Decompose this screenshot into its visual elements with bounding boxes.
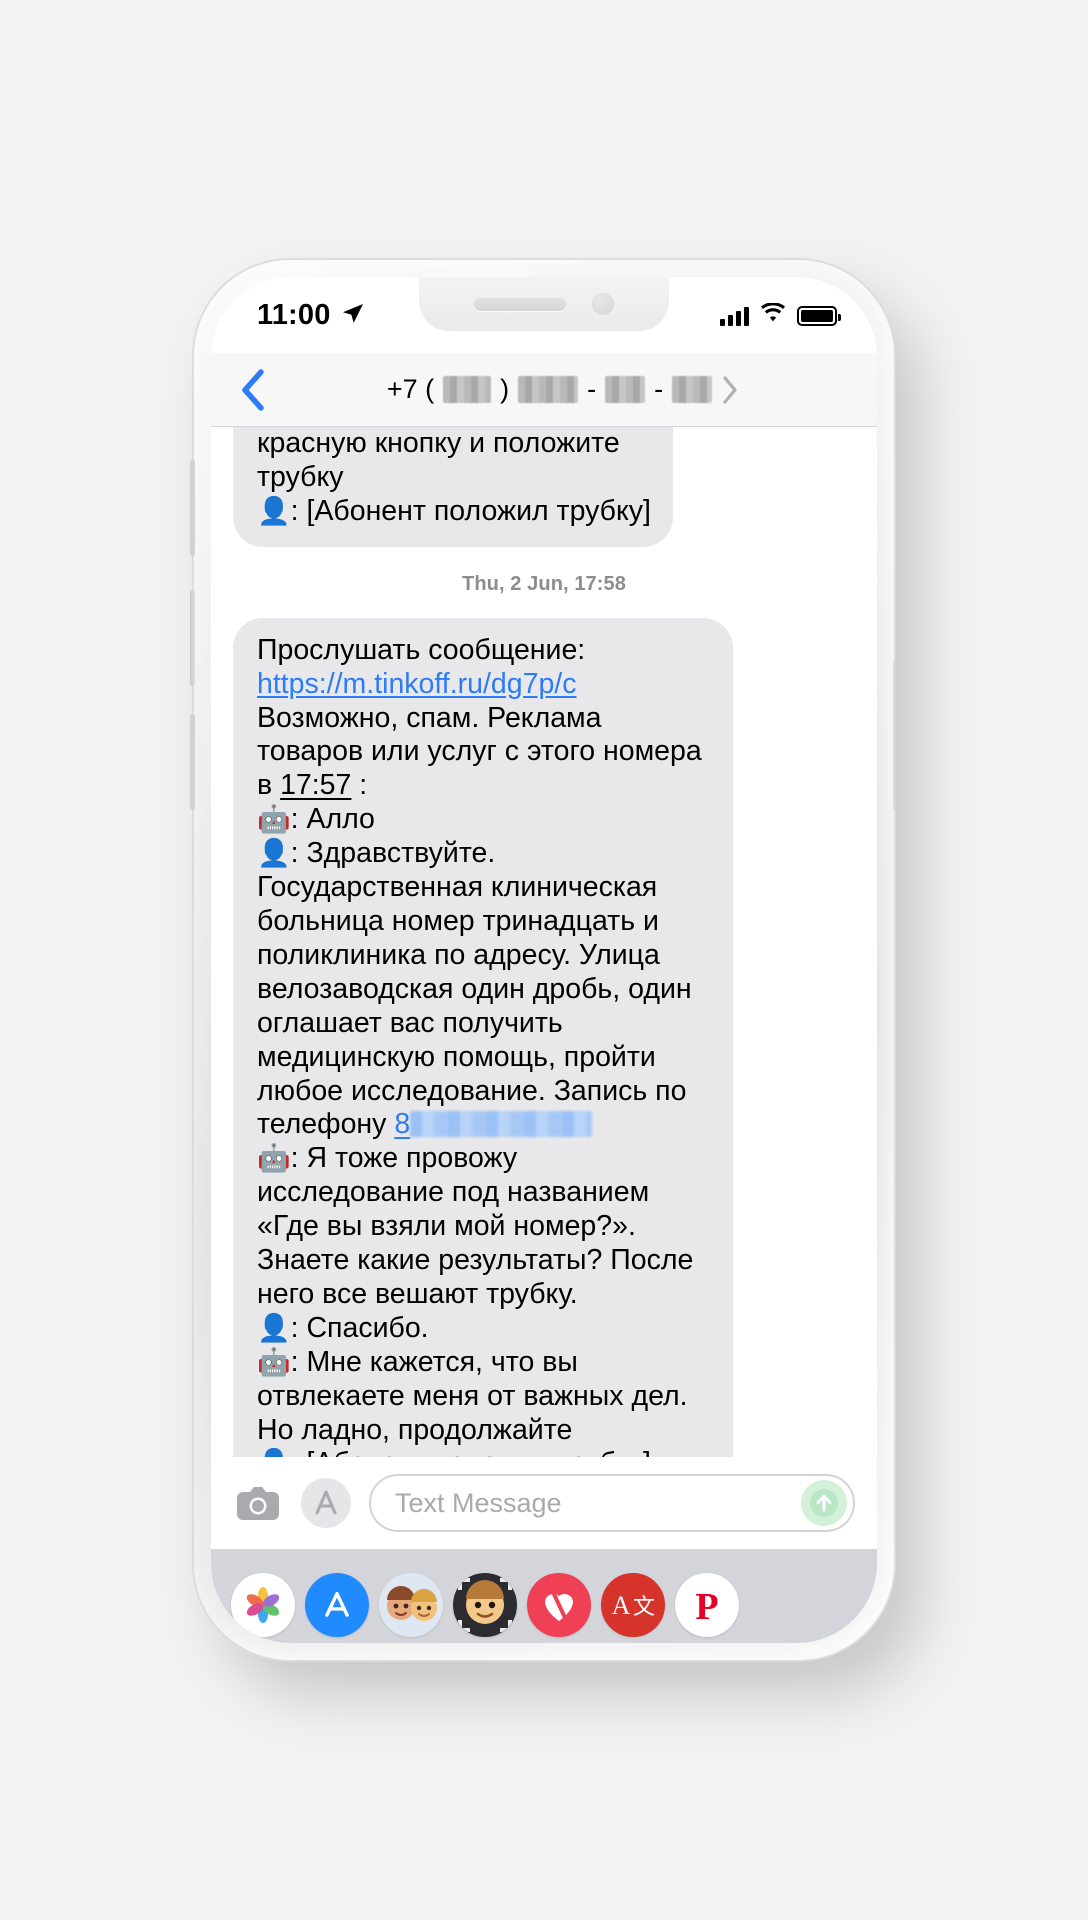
call-time-link[interactable]: 17:57: [280, 769, 351, 801]
transcript-line-3: 🤖: Я тоже провожу исследование под назва…: [257, 1142, 711, 1312]
earpiece-speaker: [474, 297, 566, 311]
phone-part3-redacted: [672, 376, 713, 403]
message-row-previous: красную кнопку и положите трубку 👤: [Або…: [220, 427, 855, 547]
transcript-line-5-text: : Мне кажется, что вы отвлекаете меня от…: [257, 1345, 688, 1446]
text-message-placeholder: Text Message: [395, 1487, 562, 1518]
status-bar-left: 11:00: [257, 299, 365, 332]
message-row-main: Прослушать сообщение: https://m.tinkoff.…: [233, 617, 855, 1457]
camera-button[interactable]: [233, 1478, 283, 1528]
status-bar-right: [720, 299, 841, 328]
app-store-app-icon[interactable]: [305, 1573, 369, 1637]
transcript-line-3-text: : Я тоже провожу исследование под назван…: [257, 1142, 694, 1310]
transcript-line-4-text: : Спасибо.: [290, 1311, 429, 1344]
phone-part1-redacted: [518, 376, 579, 403]
person-emoji: 👤: [257, 495, 291, 526]
wifi-icon: [760, 302, 786, 328]
back-button[interactable]: [239, 368, 285, 412]
bubble-tail: [220, 516, 252, 547]
transcript-line-4: 👤: Спасибо.: [257, 1312, 711, 1346]
app-store-button[interactable]: [301, 1478, 351, 1528]
screenshot-stage: 11:00 +7 () - - красную кнопку и положи…: [0, 0, 1088, 1920]
location-arrow-icon: [341, 301, 365, 330]
translate-icon[interactable]: A 文: [601, 1573, 665, 1637]
battery-full-icon: [797, 305, 841, 326]
notch: [419, 277, 669, 331]
transcript-line-1: 🤖: Алло: [257, 803, 711, 837]
transcript-line-5: 🤖: Мне кажется, что вы отвлекаете меня о…: [257, 1346, 711, 1448]
device-screen: 11:00 +7 () - - красную кнопку и положи…: [211, 277, 877, 1643]
transcript-line-1-text: : Алло: [290, 803, 375, 836]
robot-emoji: 🤖: [257, 1346, 291, 1377]
phone-dash-2: -: [654, 374, 664, 404]
message-thread[interactable]: красную кнопку и положите трубку 👤: [Або…: [211, 427, 877, 1457]
phone-country-prefix: +7 (: [386, 374, 435, 404]
phone-dash-1: -: [587, 374, 597, 404]
message-bubble-previous[interactable]: красную кнопку и положите трубку 👤: [Або…: [220, 427, 673, 547]
svg-text:A: A: [612, 1591, 631, 1620]
phone-number-redacted: [410, 1111, 593, 1138]
app-store-icon: [315, 1490, 337, 1515]
message-text-field[interactable]: Text Message: [369, 1474, 855, 1532]
timestamp-divider: Thu, 2 Jun, 17:58: [462, 572, 626, 595]
phone-number-prefix: 8: [394, 1108, 411, 1141]
transcript-line-6-text: : [Абонент положил трубку]: [291, 1447, 651, 1457]
svg-text:P: P: [695, 1586, 718, 1628]
memoji-stickers-icon[interactable]: [379, 1573, 443, 1637]
previous-line-1: красную кнопку и положите: [257, 427, 620, 459]
robot-emoji: 🤖: [257, 1143, 291, 1174]
send-arrow-icon: [810, 1489, 838, 1517]
voicemail-url-link[interactable]: https://m.tinkoff.ru/dg7p/c: [257, 668, 711, 702]
photos-app-icon[interactable]: [231, 1573, 295, 1637]
listen-message-label: Прослушать сообщение:: [257, 633, 586, 666]
forward-chevron-icon[interactable]: [721, 375, 747, 405]
svg-text:文: 文: [633, 1594, 655, 1619]
animoji-icon[interactable]: [453, 1573, 517, 1637]
transcript-line-2-text: : Здравствуйте. Государственная клиничес…: [257, 837, 692, 1141]
phone-part2-redacted: [605, 376, 646, 403]
send-button[interactable]: [801, 1480, 847, 1526]
transcript-line-6: 👤: [Абонент положил трубку]: [257, 1447, 711, 1457]
pinterest-icon[interactable]: P: [675, 1573, 739, 1637]
person-emoji: 👤: [257, 838, 291, 869]
previous-line-3: 👤: [Абонент положил трубку]: [257, 495, 651, 529]
camera-icon: [237, 1487, 279, 1520]
status-clock: 11:00: [257, 299, 331, 331]
spam-notice-part-b: :: [351, 769, 368, 802]
cellular-signal-icon: [720, 306, 749, 326]
phone-paren-close: ): [500, 374, 510, 404]
digital-touch-icon[interactable]: [527, 1573, 591, 1637]
contact-phone-title[interactable]: +7 () - -: [285, 374, 849, 405]
phone-area-code-redacted: [443, 376, 492, 403]
conversation-navbar: +7 () - -: [211, 353, 877, 427]
person-emoji: 👤: [257, 1312, 291, 1343]
previous-line-2: трубку: [257, 460, 344, 493]
robot-emoji: 🤖: [257, 804, 291, 835]
message-input-bar: Text Message: [211, 1457, 877, 1549]
person-emoji: 👤: [257, 1448, 291, 1457]
front-camera: [592, 293, 614, 315]
imessage-app-drawer[interactable]: A 文 P: [211, 1549, 877, 1643]
phone-number-link[interactable]: 8: [394, 1108, 593, 1142]
iphone-device-frame: 11:00 +7 () - - красную кнопку и положи…: [190, 260, 898, 1660]
message-bubble-main[interactable]: Прослушать сообщение: https://m.tinkoff.…: [233, 617, 733, 1457]
transcript-line-2: 👤: Здравствуйте. Государственная клиниче…: [257, 837, 711, 1142]
previous-line-3-text: : [Абонент положил трубку]: [290, 494, 651, 527]
